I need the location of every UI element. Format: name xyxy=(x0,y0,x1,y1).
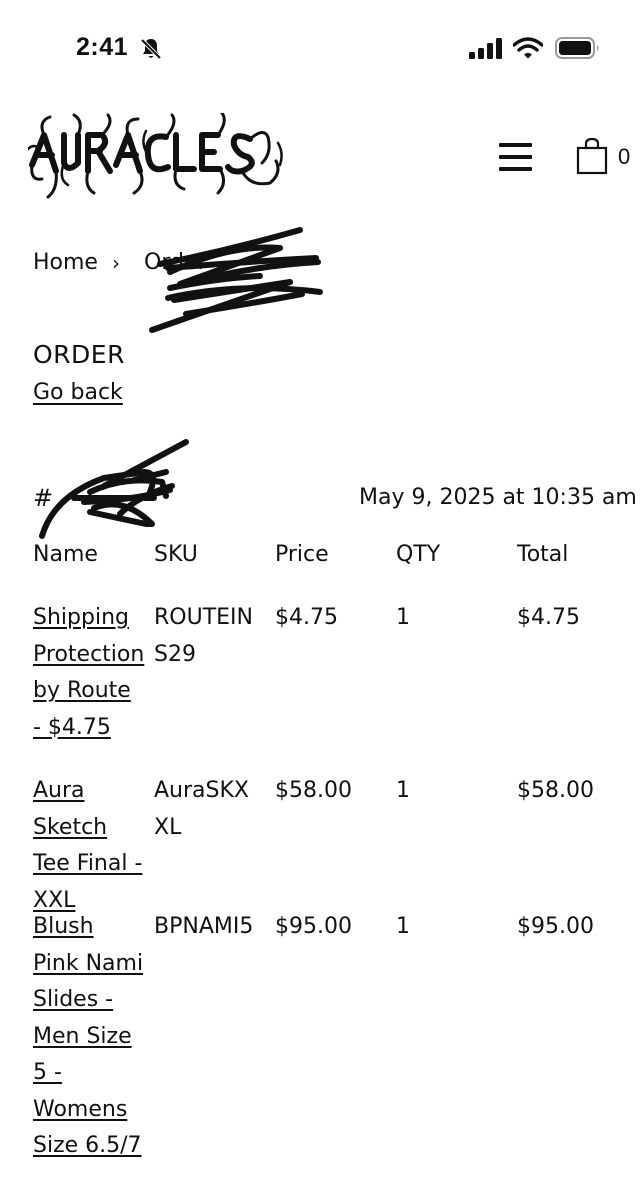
page-title: ORDER xyxy=(33,340,125,369)
battery-icon xyxy=(555,37,601,63)
product-link[interactable]: Shipping Protection by Route - $4.75 xyxy=(33,605,144,740)
breadcrumb: Home xyxy=(33,250,98,275)
bell-off-icon xyxy=(140,37,162,65)
status-time: 2:41 xyxy=(76,33,129,61)
cart-count[interactable]: 0 xyxy=(618,144,630,170)
table-row-3-price: $95.00 xyxy=(275,914,352,939)
table-row-1-qty: 1 xyxy=(396,605,410,630)
redaction-scribble xyxy=(149,227,323,333)
table-row-2-price: $58.00 xyxy=(275,778,352,803)
table-row-1-price: $4.75 xyxy=(275,605,338,630)
table-row-2-qty: 1 xyxy=(396,778,410,803)
go-back-link[interactable]: Go back xyxy=(33,380,123,405)
hamburger-menu-icon[interactable] xyxy=(499,143,533,173)
table-row-1-sku: ROUTEINS29 xyxy=(154,605,253,667)
product-link[interactable]: Aura Sketch Tee Final - XXL xyxy=(33,778,142,913)
table-row-3-qty: 1 xyxy=(396,914,410,939)
table-row-3-sku: BPNAMI5 xyxy=(154,914,254,939)
product-link[interactable]: Blush Pink Nami Slides - Men Size 5 - Wo… xyxy=(33,914,143,1158)
column-header-total: Total xyxy=(517,542,569,567)
column-header-qty: QTY xyxy=(396,542,441,567)
order-date: May 9, 2025 at 10:35 am xyxy=(359,485,637,510)
table-row-3-total: $95.00 xyxy=(517,914,594,939)
column-header-sku: SKU xyxy=(154,542,198,567)
table-row-2-total: $58.00 xyxy=(517,778,594,803)
auracles-logo[interactable] xyxy=(26,111,286,205)
table-row-1-total: $4.75 xyxy=(517,605,580,630)
order-number: # xyxy=(33,484,54,512)
breadcrumb-current: Order xyxy=(144,250,207,275)
order-number-scribble xyxy=(39,439,189,539)
column-header-price: Price xyxy=(275,542,329,567)
column-header-name: Name xyxy=(33,542,98,567)
shopping-bag-icon[interactable] xyxy=(576,137,608,179)
wifi-icon xyxy=(512,37,544,63)
table-row-1-name: Shipping Protection by Route - $4.75 xyxy=(33,600,145,746)
table-row-3-name: Blush Pink Nami Slides - Men Size 5 - Wo… xyxy=(33,909,145,1165)
breadcrumb-separator: › xyxy=(112,251,120,275)
cellular-signal-icon xyxy=(469,38,503,64)
breadcrumb-home-link[interactable]: Home xyxy=(33,250,98,275)
table-row-2-name: Aura Sketch Tee Final - XXL xyxy=(33,773,145,919)
table-row-2-sku: AuraSKXXL xyxy=(154,778,249,840)
